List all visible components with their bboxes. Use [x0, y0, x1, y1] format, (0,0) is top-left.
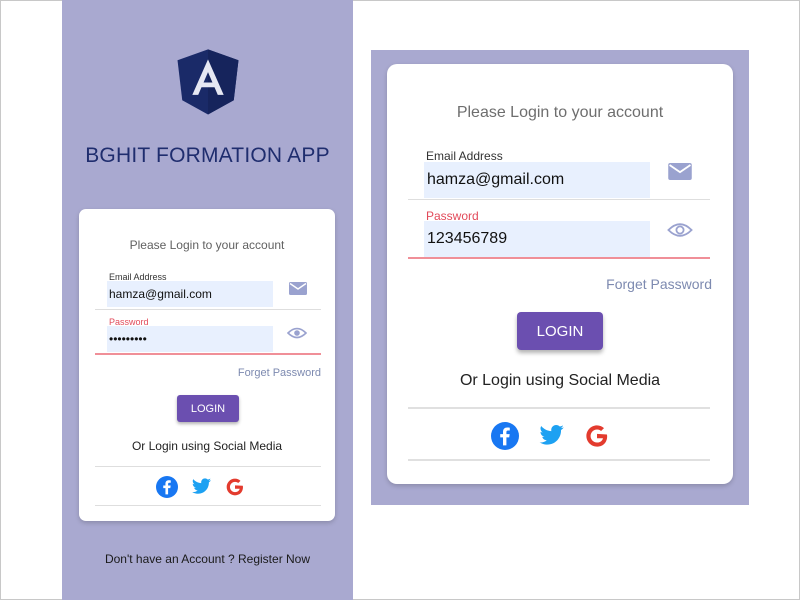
twitter-icon[interactable]: [190, 476, 212, 498]
forget-password-link[interactable]: Forget Password: [606, 276, 712, 292]
mail-icon: [289, 282, 307, 295]
email-field[interactable]: [107, 281, 273, 307]
zoomed-panel: Please Login to your account Email Addre…: [371, 50, 749, 505]
eye-icon[interactable]: [667, 221, 693, 239]
login-card: Please Login to your account Email Addre…: [79, 209, 335, 521]
login-button[interactable]: LOGIN: [517, 312, 603, 350]
login-subtitle: Please Login to your account: [129, 238, 285, 252]
password-underline: [408, 257, 710, 259]
email-underline: [95, 309, 321, 310]
mail-icon: [668, 163, 692, 180]
login-subtitle: Please Login to your account: [456, 104, 664, 121]
social-divider-top: [408, 407, 710, 409]
twitter-icon[interactable]: [537, 422, 565, 450]
social-divider-bottom: [408, 459, 710, 461]
facebook-icon[interactable]: [156, 476, 178, 498]
register-link[interactable]: Don't have an Account ? Register Now: [62, 552, 353, 566]
google-icon[interactable]: [583, 422, 611, 450]
google-icon[interactable]: [224, 476, 246, 498]
email-field[interactable]: [424, 162, 650, 198]
facebook-icon[interactable]: [491, 422, 519, 450]
email-underline: [408, 199, 710, 200]
social-login-label: Or Login using Social Media: [131, 439, 283, 453]
email-label: Email Address: [426, 149, 503, 163]
social-login-label: Or Login using Social Media: [459, 372, 661, 389]
login-button[interactable]: LOGIN: [177, 395, 239, 422]
eye-icon[interactable]: [287, 326, 307, 340]
password-field[interactable]: [107, 326, 273, 352]
social-divider-top: [95, 466, 321, 467]
social-divider-bottom: [95, 505, 321, 506]
password-field[interactable]: [424, 221, 650, 257]
password-underline: [95, 353, 321, 355]
phone-screen: BGHIT FORMATION APP Please Login to your…: [62, 0, 353, 600]
login-card-zoomed: Please Login to your account Email Addre…: [387, 64, 733, 484]
angular-logo-icon: [171, 44, 245, 118]
forget-password-link[interactable]: Forget Password: [238, 367, 321, 379]
app-title: BGHIT FORMATION APP: [85, 144, 330, 167]
